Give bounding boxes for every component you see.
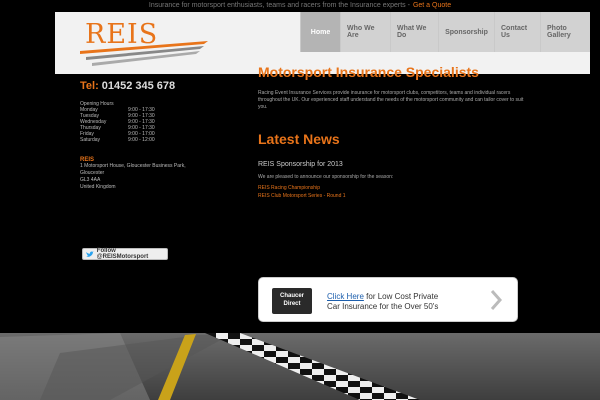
sidebar: Tel: 01452 345 678 Opening Hours Monday 9:… bbox=[80, 80, 190, 191]
twitter-follow-button[interactable]: Follow @REISMotorsport bbox=[82, 248, 168, 260]
address-line: 1 Motorsport House, Gloucester Business … bbox=[80, 163, 186, 169]
chaucer-promo-banner[interactable]: Chaucer Direct Click Here for Low Cost P… bbox=[258, 277, 518, 322]
hours-time: 9:00 - 12:00 bbox=[128, 137, 155, 143]
news-link[interactable]: REIS Racing Championship bbox=[258, 185, 538, 191]
nav-item-who-we-are[interactable]: Who We Are bbox=[340, 12, 390, 52]
chaucer-logo-line2: Direct bbox=[283, 301, 301, 307]
nav-item-photo-gallery[interactable]: Photo Gallery bbox=[540, 12, 590, 52]
news-subheading: REIS Sponsorship for 2013 bbox=[258, 161, 343, 168]
hours-row: Saturday 9:00 - 12:00 bbox=[80, 137, 190, 143]
top-announcement-bar: Insurance for motorsport enthusiasts, te… bbox=[0, 0, 600, 12]
nav-item-sponsorship[interactable]: Sponsorship bbox=[438, 12, 494, 52]
twitter-label: Follow @REISMotorsport bbox=[96, 248, 149, 260]
address-line: GL3 4AA bbox=[80, 177, 101, 183]
intro-text: Racing Event Insurance Services provide … bbox=[258, 90, 524, 110]
twitter-bird-icon bbox=[86, 250, 94, 257]
logo-swoosh bbox=[80, 41, 208, 66]
click-here-link[interactable]: Click Here bbox=[327, 292, 364, 301]
main-content: Motorsport Insurance Specialists Racing … bbox=[258, 64, 538, 199]
tel-number[interactable]: 01452 345 678 bbox=[102, 80, 175, 92]
nav-item-home[interactable]: Home bbox=[300, 12, 340, 52]
address-block: 1 Motorsport House, Gloucester Business … bbox=[80, 163, 190, 191]
nav-item-what-we-do[interactable]: What We Do bbox=[390, 12, 438, 52]
nav-item-contact-us[interactable]: Contact Us bbox=[494, 12, 540, 52]
address-line: United Kingdom bbox=[80, 184, 116, 190]
topbar-text: Insurance for motorsport enthusiasts, te… bbox=[148, 2, 410, 9]
tel-label: Tel: bbox=[80, 80, 99, 92]
chaucer-logo-line1: Chaucer bbox=[279, 293, 304, 299]
main-nav: Home Who We Are What We Do Sponsorship Conta… bbox=[300, 12, 590, 52]
address-line: Gloucester bbox=[80, 170, 105, 176]
get-quote-link[interactable]: Get a Quote bbox=[413, 2, 451, 9]
promo-text-line1: for Low Cost Private bbox=[366, 292, 439, 301]
telephone: Tel: 01452 345 678 bbox=[80, 80, 190, 95]
page-title: Motorsport Insurance Specialists bbox=[258, 64, 479, 80]
news-heading: Latest News bbox=[258, 131, 340, 147]
news-body: We are pleased to announce our sponsorsh… bbox=[258, 174, 394, 180]
reis-logo[interactable]: REIS bbox=[80, 19, 210, 69]
chevron-right-icon[interactable] bbox=[489, 289, 503, 311]
hours-day: Saturday bbox=[80, 137, 101, 143]
promo-text-line2: Car Insurance for the Over 50's bbox=[327, 302, 439, 311]
chaucer-logo: Chaucer Direct bbox=[272, 288, 312, 314]
race-track-image bbox=[0, 333, 600, 400]
hours-list: Monday 9:00 - 17:30 Tuesday 9:00 - 17:30 Wed… bbox=[80, 107, 190, 143]
promo-text: Click Here for Low Cost Private Car Insu… bbox=[327, 292, 438, 312]
news-link[interactable]: REIS Club Motorsport Series - Round 1 bbox=[258, 193, 538, 199]
